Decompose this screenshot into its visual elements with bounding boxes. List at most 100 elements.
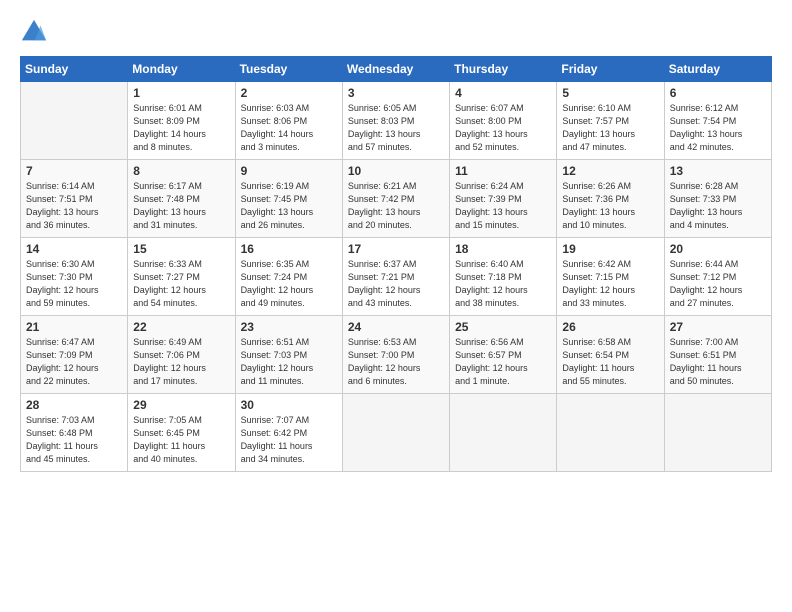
week-row-3: 14 Sunrise: 6:30 AM Sunset: 7:30 PM Dayli… <box>21 238 772 316</box>
day-number: 8 <box>133 164 229 178</box>
col-header-tuesday: Tuesday <box>235 57 342 82</box>
day-info: Sunrise: 6:47 AM Sunset: 7:09 PM Dayligh… <box>26 336 122 388</box>
logo-icon <box>20 18 48 46</box>
logo <box>20 18 52 46</box>
day-number: 23 <box>241 320 337 334</box>
day-cell: 18 Sunrise: 6:40 AM Sunset: 7:18 PM Dayli… <box>450 238 557 316</box>
day-number: 10 <box>348 164 444 178</box>
day-info: Sunrise: 7:07 AM Sunset: 6:42 PM Dayligh… <box>241 414 337 466</box>
day-info: Sunrise: 7:03 AM Sunset: 6:48 PM Dayligh… <box>26 414 122 466</box>
day-cell: 27 Sunrise: 7:00 AM Sunset: 6:51 PM Dayli… <box>664 316 771 394</box>
day-cell: 29Sunrise: 7:05 AM Sunset: 6:45 PM Dayli… <box>128 394 235 472</box>
day-cell: 19 Sunrise: 6:42 AM Sunset: 7:15 PM Dayli… <box>557 238 664 316</box>
week-row-4: 21 Sunrise: 6:47 AM Sunset: 7:09 PM Dayli… <box>21 316 772 394</box>
day-cell: 8Sunrise: 6:17 AM Sunset: 7:48 PM Daylig… <box>128 160 235 238</box>
col-header-friday: Friday <box>557 57 664 82</box>
day-info: Sunrise: 6:44 AM Sunset: 7:12 PM Dayligh… <box>670 258 766 310</box>
day-info: Sunrise: 6:58 AM Sunset: 6:54 PM Dayligh… <box>562 336 658 388</box>
day-number: 19 <box>562 242 658 256</box>
day-info: Sunrise: 6:42 AM Sunset: 7:15 PM Dayligh… <box>562 258 658 310</box>
day-cell <box>557 394 664 472</box>
day-info: Sunrise: 7:00 AM Sunset: 6:51 PM Dayligh… <box>670 336 766 388</box>
day-cell <box>450 394 557 472</box>
day-info: Sunrise: 6:35 AM Sunset: 7:24 PM Dayligh… <box>241 258 337 310</box>
day-number: 16 <box>241 242 337 256</box>
day-info: Sunrise: 6:51 AM Sunset: 7:03 PM Dayligh… <box>241 336 337 388</box>
day-cell <box>21 82 128 160</box>
day-info: Sunrise: 6:30 AM Sunset: 7:30 PM Dayligh… <box>26 258 122 310</box>
day-number: 12 <box>562 164 658 178</box>
week-row-2: 7Sunrise: 6:14 AM Sunset: 7:51 PM Daylig… <box>21 160 772 238</box>
col-header-monday: Monday <box>128 57 235 82</box>
day-number: 3 <box>348 86 444 100</box>
day-number: 5 <box>562 86 658 100</box>
day-number: 6 <box>670 86 766 100</box>
col-header-sunday: Sunday <box>21 57 128 82</box>
day-cell: 17 Sunrise: 6:37 AM Sunset: 7:21 PM Dayli… <box>342 238 449 316</box>
day-info: Sunrise: 6:28 AM Sunset: 7:33 PM Dayligh… <box>670 180 766 232</box>
day-cell: 3 Sunrise: 6:05 AM Sunset: 8:03 PM Daylig… <box>342 82 449 160</box>
day-number: 28 <box>26 398 122 412</box>
day-number: 15 <box>133 242 229 256</box>
day-cell: 25 Sunrise: 6:56 AM Sunset: 6:57 PM Dayli… <box>450 316 557 394</box>
day-cell: 23 Sunrise: 6:51 AM Sunset: 7:03 PM Dayli… <box>235 316 342 394</box>
day-cell: 24 Sunrise: 6:53 AM Sunset: 7:00 PM Dayli… <box>342 316 449 394</box>
col-header-thursday: Thursday <box>450 57 557 82</box>
day-cell: 28 Sunrise: 7:03 AM Sunset: 6:48 PM Dayli… <box>21 394 128 472</box>
day-cell: 30Sunrise: 7:07 AM Sunset: 6:42 PM Dayli… <box>235 394 342 472</box>
header-row: SundayMondayTuesdayWednesdayThursdayFrid… <box>21 57 772 82</box>
day-info: Sunrise: 7:05 AM Sunset: 6:45 PM Dayligh… <box>133 414 229 466</box>
day-cell: 10 Sunrise: 6:21 AM Sunset: 7:42 PM Dayli… <box>342 160 449 238</box>
day-cell: 6 Sunrise: 6:12 AM Sunset: 7:54 PM Daylig… <box>664 82 771 160</box>
day-info: Sunrise: 6:40 AM Sunset: 7:18 PM Dayligh… <box>455 258 551 310</box>
day-info: Sunrise: 6:01 AM Sunset: 8:09 PM Dayligh… <box>133 102 229 154</box>
day-info: Sunrise: 6:05 AM Sunset: 8:03 PM Dayligh… <box>348 102 444 154</box>
day-cell: 5 Sunrise: 6:10 AM Sunset: 7:57 PM Daylig… <box>557 82 664 160</box>
col-header-wednesday: Wednesday <box>342 57 449 82</box>
day-number: 9 <box>241 164 337 178</box>
day-info: Sunrise: 6:56 AM Sunset: 6:57 PM Dayligh… <box>455 336 551 388</box>
day-number: 20 <box>670 242 766 256</box>
day-cell: 9 Sunrise: 6:19 AM Sunset: 7:45 PM Daylig… <box>235 160 342 238</box>
day-cell: 1 Sunrise: 6:01 AM Sunset: 8:09 PM Daylig… <box>128 82 235 160</box>
day-info: Sunrise: 6:19 AM Sunset: 7:45 PM Dayligh… <box>241 180 337 232</box>
day-cell <box>342 394 449 472</box>
day-number: 25 <box>455 320 551 334</box>
day-number: 1 <box>133 86 229 100</box>
day-info: Sunrise: 6:12 AM Sunset: 7:54 PM Dayligh… <box>670 102 766 154</box>
day-cell: 13 Sunrise: 6:28 AM Sunset: 7:33 PM Dayli… <box>664 160 771 238</box>
day-number: 24 <box>348 320 444 334</box>
page: SundayMondayTuesdayWednesdayThursdayFrid… <box>0 0 792 612</box>
day-number: 17 <box>348 242 444 256</box>
day-number: 27 <box>670 320 766 334</box>
day-number: 11 <box>455 164 551 178</box>
day-cell: 20 Sunrise: 6:44 AM Sunset: 7:12 PM Dayli… <box>664 238 771 316</box>
day-info: Sunrise: 6:07 AM Sunset: 8:00 PM Dayligh… <box>455 102 551 154</box>
day-cell: 7Sunrise: 6:14 AM Sunset: 7:51 PM Daylig… <box>21 160 128 238</box>
day-cell: 4 Sunrise: 6:07 AM Sunset: 8:00 PM Daylig… <box>450 82 557 160</box>
header <box>20 18 772 46</box>
day-number: 7 <box>26 164 122 178</box>
day-cell: 14 Sunrise: 6:30 AM Sunset: 7:30 PM Dayli… <box>21 238 128 316</box>
day-number: 18 <box>455 242 551 256</box>
day-info: Sunrise: 6:03 AM Sunset: 8:06 PM Dayligh… <box>241 102 337 154</box>
day-info: Sunrise: 6:21 AM Sunset: 7:42 PM Dayligh… <box>348 180 444 232</box>
day-cell: 11 Sunrise: 6:24 AM Sunset: 7:39 PM Dayli… <box>450 160 557 238</box>
day-number: 22 <box>133 320 229 334</box>
col-header-saturday: Saturday <box>664 57 771 82</box>
week-row-1: 1 Sunrise: 6:01 AM Sunset: 8:09 PM Daylig… <box>21 82 772 160</box>
day-number: 21 <box>26 320 122 334</box>
day-number: 4 <box>455 86 551 100</box>
day-info: Sunrise: 6:53 AM Sunset: 7:00 PM Dayligh… <box>348 336 444 388</box>
day-cell: 16 Sunrise: 6:35 AM Sunset: 7:24 PM Dayli… <box>235 238 342 316</box>
day-number: 14 <box>26 242 122 256</box>
day-info: Sunrise: 6:37 AM Sunset: 7:21 PM Dayligh… <box>348 258 444 310</box>
day-info: Sunrise: 6:26 AM Sunset: 7:36 PM Dayligh… <box>562 180 658 232</box>
day-info: Sunrise: 6:49 AM Sunset: 7:06 PM Dayligh… <box>133 336 229 388</box>
week-row-5: 28 Sunrise: 7:03 AM Sunset: 6:48 PM Dayli… <box>21 394 772 472</box>
day-info: Sunrise: 6:10 AM Sunset: 7:57 PM Dayligh… <box>562 102 658 154</box>
day-cell <box>664 394 771 472</box>
day-cell: 22 Sunrise: 6:49 AM Sunset: 7:06 PM Dayli… <box>128 316 235 394</box>
day-info: Sunrise: 6:24 AM Sunset: 7:39 PM Dayligh… <box>455 180 551 232</box>
day-number: 13 <box>670 164 766 178</box>
